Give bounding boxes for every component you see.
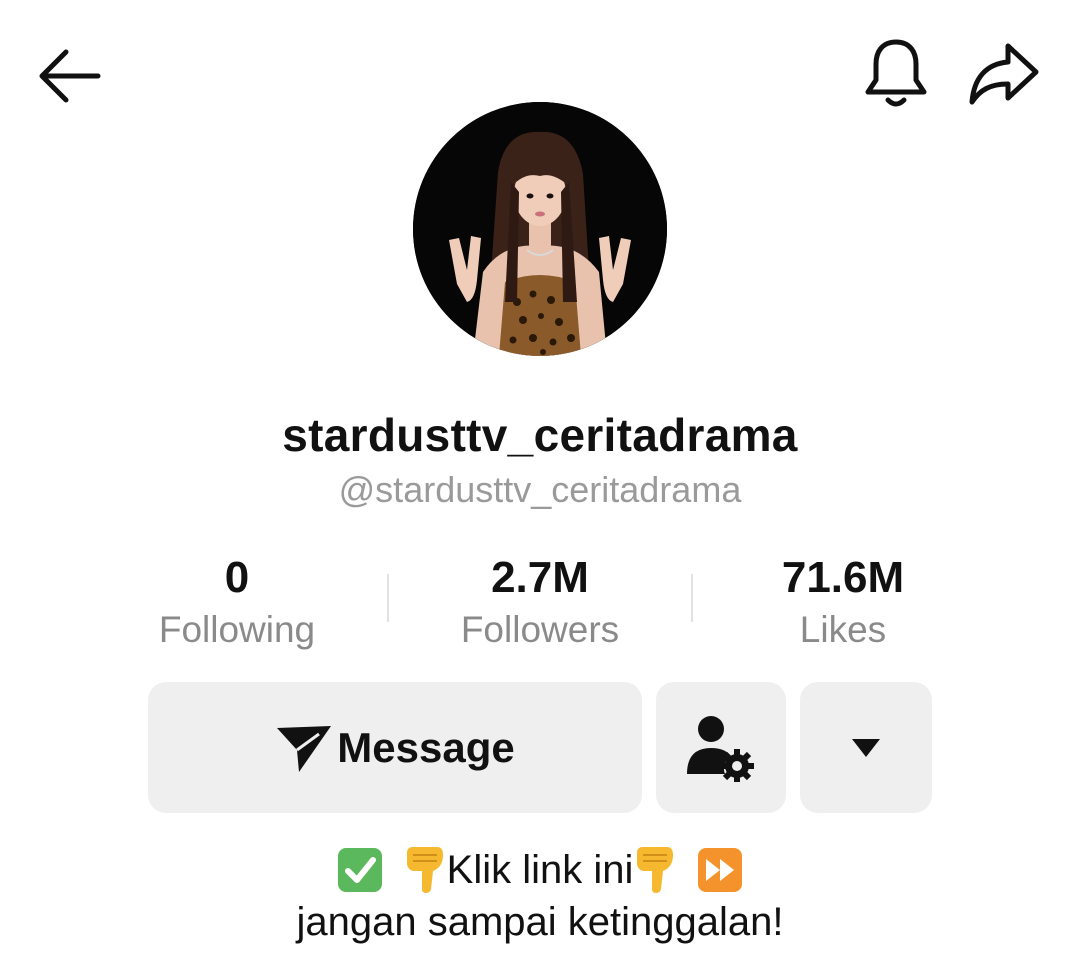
message-button[interactable]: Message [148,682,642,813]
stat-likes-label: Likes [799,609,887,650]
bio-line-1: Klik link ini [0,845,1080,895]
stat-followers-value: 2.7M [491,553,589,602]
stat-following[interactable]: 0 Following [107,552,367,654]
stat-following-label: Following [158,609,316,650]
notification-button[interactable] [860,36,932,112]
check-mark-emoji [337,847,383,893]
triangle-down-icon [852,738,880,757]
arrow-left-icon [39,49,101,103]
stat-likes-value: 71.6M [781,553,905,602]
message-button-label: Message [337,723,515,771]
send-icon [277,725,332,772]
avatar-photo [413,102,667,356]
stat-followers-label: Followers [460,609,620,650]
fast-forward-emoji [697,847,743,893]
stat-divider [387,574,389,622]
friend-settings-button[interactable] [656,682,786,813]
bell-icon [865,39,927,107]
bio-link-text: Klik link ini [446,847,634,892]
more-options-button[interactable] [800,682,932,813]
profile-handle: @stardusttv_ceritadrama [338,469,742,510]
pointing-down-emoji [403,845,447,895]
stat-divider [691,574,693,622]
profile-display-name: stardusttv_ceritadrama [282,409,798,461]
avatar[interactable] [413,102,667,356]
stat-following-value: 0 [224,553,250,602]
back-button[interactable] [34,40,106,112]
share-button[interactable] [966,38,1042,110]
pointing-down-emoji [633,845,677,895]
stat-followers[interactable]: 2.7M Followers [410,552,670,654]
share-arrow-icon [969,43,1039,105]
user-settings-icon [687,715,754,782]
bio-line-2: jangan sampai ketinggalan! [296,900,784,944]
stat-likes[interactable]: 71.6M Likes [713,552,973,654]
